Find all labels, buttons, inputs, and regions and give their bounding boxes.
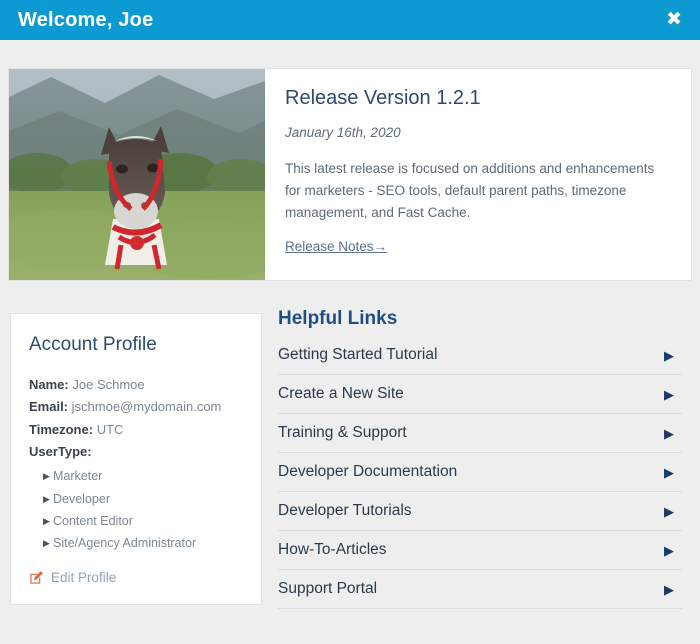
account-profile-title: Account Profile xyxy=(29,334,157,355)
link-label: Support Portal xyxy=(278,580,378,597)
chevron-right-icon: ▶ xyxy=(664,503,674,519)
triangle-bullet-icon: ▶ xyxy=(43,471,50,482)
link-label: Developer Documentation xyxy=(278,463,458,480)
usertype-label-text: Marketer xyxy=(53,469,103,484)
profile-email-row: Email: jschmoe@mydomain.com xyxy=(29,396,243,418)
close-icon[interactable]: ✖ xyxy=(660,8,684,33)
chevron-right-icon: ▶ xyxy=(664,347,674,363)
profile-name-label: Name: xyxy=(29,377,69,392)
release-date: January 16th, 2020 xyxy=(285,125,401,140)
modal-header: Welcome, Joe ✖ xyxy=(0,0,700,40)
modal-body: Release Version 1.2.1 January 16th, 2020… xyxy=(0,40,700,644)
usertype-list: ▶ Marketer ▶ Developer ▶ Content Editor ▶ Si… xyxy=(29,465,243,554)
link-label: Create a New Site xyxy=(278,385,404,402)
llama-photo xyxy=(9,69,265,280)
profile-timezone-row: Timezone: UTC xyxy=(29,419,243,441)
edit-profile-link[interactable]: Edit Profile xyxy=(29,570,243,585)
link-row-training-support[interactable]: Training & Support ▶ xyxy=(278,414,682,453)
profile-timezone-label: Timezone: xyxy=(29,421,94,437)
link-row-getting-started-tutorial[interactable]: Getting Started Tutorial ▶ xyxy=(278,336,682,375)
profile-email-label: Email: xyxy=(29,399,69,415)
link-row-support-portal[interactable]: Support Portal ▶ xyxy=(278,570,682,609)
edit-profile-label: Edit Profile xyxy=(51,570,117,586)
profile-timezone-value: UTC xyxy=(96,421,124,437)
edit-pencil-icon xyxy=(29,570,44,585)
release-description: This latest release is focused on additi… xyxy=(285,161,655,220)
link-row-developer-documentation[interactable]: Developer Documentation ▶ xyxy=(278,453,682,492)
release-title: Release Version 1.2.1 xyxy=(285,87,481,109)
list-item: ▶ Content Editor xyxy=(43,510,243,532)
link-label: How-To-Articles xyxy=(278,541,387,558)
usertype-label-text: Site/Agency Administrator xyxy=(53,536,197,551)
link-label: Developer Tutorials xyxy=(278,502,412,519)
link-row-how-to-articles[interactable]: How-To-Articles ▶ xyxy=(278,531,682,570)
list-item: ▶ Marketer xyxy=(43,465,243,487)
release-card: Release Version 1.2.1 January 16th, 2020… xyxy=(8,68,692,281)
link-row-create-a-new-site[interactable]: Create a New Site ▶ xyxy=(278,375,682,414)
chevron-right-icon: ▶ xyxy=(664,425,674,441)
welcome-modal: Welcome, Joe ✖ Release Version 1.2.1 Jan… xyxy=(0,0,700,644)
link-label: Training & Support xyxy=(278,424,407,441)
usertype-label-text: Content Editor xyxy=(53,513,133,528)
usertype-label-text: Developer xyxy=(53,491,110,506)
profile-usertype-label: UserType: xyxy=(29,444,92,460)
profile-email-value: jschmoe@mydomain.com xyxy=(71,399,222,415)
chevron-right-icon: ▶ xyxy=(664,464,674,480)
triangle-bullet-icon: ▶ xyxy=(43,538,50,549)
chevron-right-icon: ▶ xyxy=(664,581,674,597)
account-profile-card: Account Profile Name: Joe Schmoe Email: … xyxy=(10,313,262,605)
page-title: Welcome, Joe xyxy=(18,9,154,31)
chevron-right-icon: ▶ xyxy=(664,542,674,558)
release-notes-link[interactable]: Release Notes→ xyxy=(285,239,387,254)
triangle-bullet-icon: ▶ xyxy=(43,515,50,526)
list-item: ▶ Developer xyxy=(43,488,243,510)
link-row-developer-tutorials[interactable]: Developer Tutorials ▶ xyxy=(278,492,682,531)
helpful-links-title: Helpful Links xyxy=(278,308,398,329)
list-item: ▶ Site/Agency Administrator xyxy=(43,532,243,554)
triangle-bullet-icon: ▶ xyxy=(43,493,50,504)
release-details: Release Version 1.2.1 January 16th, 2020… xyxy=(265,69,691,280)
chevron-right-icon: ▶ xyxy=(664,386,674,402)
profile-name-value: Joe Schmoe xyxy=(72,377,145,392)
link-label: Getting Started Tutorial xyxy=(278,346,438,363)
helpful-links-section: Helpful Links Getting Started Tutorial ▶… xyxy=(278,308,682,609)
profile-name-row: Name: Joe Schmoe xyxy=(29,374,243,396)
